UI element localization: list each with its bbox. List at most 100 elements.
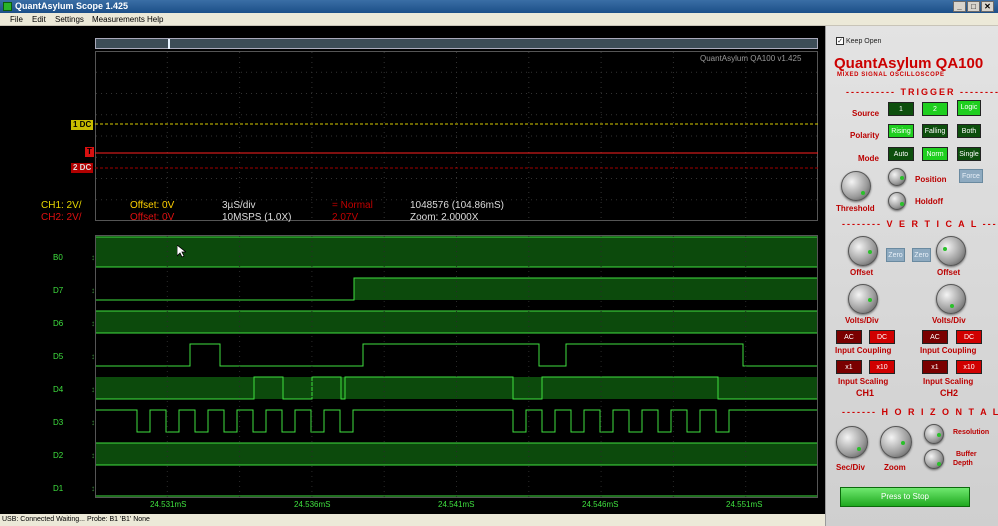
samplerate-readout: 10MSPS (1.0X) xyxy=(222,212,292,223)
ch2-voltsdiv-knob[interactable] xyxy=(936,284,966,314)
ch1-x1-button[interactable]: x1 xyxy=(836,360,862,374)
ch1-x10-button[interactable]: x10 xyxy=(869,360,895,374)
ch2-x1-button[interactable]: x1 xyxy=(922,360,948,374)
ch1-zero-button[interactable]: Zero xyxy=(886,248,905,262)
digital-label-text: D4 xyxy=(53,385,64,394)
zoom-knob[interactable] xyxy=(880,426,912,458)
mode-auto-button[interactable]: Auto xyxy=(888,147,914,161)
buffer-depth-label-2: Depth xyxy=(953,460,973,467)
polarity-both-button[interactable]: Both xyxy=(957,124,981,138)
time-label-5: 24.551mS xyxy=(726,500,763,509)
mode-label: Mode xyxy=(858,154,879,163)
time-label-1: 24.531mS xyxy=(150,500,187,509)
ch1-coupling-marker[interactable]: 1 DC xyxy=(71,120,94,130)
digital-label-text: D6 xyxy=(53,319,64,328)
minimize-button[interactable]: _ xyxy=(953,1,966,12)
digital-label-d6: D6 ↕ xyxy=(53,319,95,328)
mouse-cursor-icon xyxy=(177,245,186,258)
digital-label-text: D1 xyxy=(53,484,64,493)
menu-bar: File Edit Settings Measurements Help xyxy=(0,13,998,26)
source-2-button[interactable]: 2 xyxy=(922,102,948,116)
menu-help[interactable]: Help xyxy=(147,15,163,24)
digital-label-d4: D4 ↕ xyxy=(53,385,95,394)
keep-open-checkbox[interactable]: ✓ Keep Open xyxy=(836,37,881,45)
ch1-coupling-label: Input Coupling xyxy=(835,346,892,355)
buffer-depth-knob[interactable] xyxy=(924,449,944,469)
menu-edit[interactable]: Edit xyxy=(32,15,46,24)
ch1-ac-button[interactable]: AC xyxy=(836,330,862,344)
buffer-position-marker[interactable] xyxy=(167,39,170,49)
digital-label-d7: D7 ↕ xyxy=(53,286,95,295)
mode-norm-button[interactable]: Norm xyxy=(922,147,948,161)
digital-label-d5: D5 ↕ xyxy=(53,352,95,361)
secdiv-knob[interactable] xyxy=(836,426,868,458)
ch2-scale-readout: CH2: 2V/ xyxy=(41,212,82,223)
menu-settings[interactable]: Settings xyxy=(55,15,84,24)
knob-indicator xyxy=(868,298,872,302)
ch2-scaling-label: Input Scaling xyxy=(923,377,974,386)
menu-measurements[interactable]: Measurements xyxy=(92,15,145,24)
threshold-knob[interactable] xyxy=(841,171,871,201)
polarity-rising-button[interactable]: Rising xyxy=(888,124,914,138)
ch1-dc-button[interactable]: DC xyxy=(869,330,895,344)
source-1-button[interactable]: 1 xyxy=(888,102,914,116)
digital-label-d1: D1 ↕ xyxy=(53,484,95,493)
measurement-readouts: CH1: 2V/ CH2: 2V/ Offset: 0V Offset: 0V … xyxy=(0,199,825,225)
ch1-scale-readout: CH1: 2V/ xyxy=(41,200,82,211)
ch2-zero-button[interactable]: Zero xyxy=(912,248,931,262)
ch2-offset-readout: Offset: 0V xyxy=(130,212,175,223)
horizontal-section-title: ------- H O R I Z O N T A L ------- xyxy=(842,407,998,417)
checkmark-icon[interactable]: ✓ xyxy=(836,37,844,45)
digital-label-text: D3 xyxy=(53,418,64,427)
knob-indicator xyxy=(857,447,861,451)
knob-indicator xyxy=(900,176,904,180)
position-label: Position xyxy=(915,175,947,184)
trigger-level-marker[interactable]: T xyxy=(85,147,94,157)
polarity-label: Polarity xyxy=(850,131,880,140)
ch1-voltsdiv-knob[interactable] xyxy=(848,284,878,314)
mode-single-button[interactable]: Single xyxy=(957,147,981,161)
polarity-falling-button[interactable]: Falling xyxy=(922,124,948,138)
menu-file[interactable]: File xyxy=(10,15,23,24)
maximize-button[interactable]: □ xyxy=(967,1,980,12)
trigger-mode-readout: = Normal xyxy=(332,200,373,211)
title-bar: QuantAsylum Scope 1.425 _ □ ✕ xyxy=(0,0,998,13)
trigger-section-title: ---------- TRIGGER ---------- xyxy=(846,87,998,97)
window-title: QuantAsylum Scope 1.425 xyxy=(15,1,129,11)
ch2-label: CH2 xyxy=(940,388,959,398)
digital-label-d3: D3 ↕ xyxy=(53,418,95,427)
knob-indicator xyxy=(937,433,941,437)
ch2-coupling-label: Input Coupling xyxy=(920,346,977,355)
trigger-level-readout: 2.07V xyxy=(332,212,359,223)
logic-analyzer-display[interactable] xyxy=(95,235,818,498)
position-knob[interactable] xyxy=(888,168,906,186)
ch1-offset-knob[interactable] xyxy=(848,236,878,266)
ch2-dc-button[interactable]: DC xyxy=(956,330,982,344)
ch2-ac-button[interactable]: AC xyxy=(922,330,948,344)
d4-band xyxy=(96,377,817,399)
knob-indicator xyxy=(901,441,905,445)
analog-graticule[interactable] xyxy=(95,51,818,221)
knob-indicator xyxy=(950,304,954,308)
force-button[interactable]: Force xyxy=(959,169,983,183)
source-logic-button[interactable]: Logic xyxy=(957,100,981,116)
holdoff-label: Holdoff xyxy=(915,197,943,206)
ch2-coupling-marker[interactable]: 2 DC xyxy=(71,163,94,173)
ch1-scaling-label: Input Scaling xyxy=(838,377,889,386)
ch2-x10-button[interactable]: x10 xyxy=(956,360,982,374)
close-button[interactable]: ✕ xyxy=(981,1,994,12)
buffer-scrollbar[interactable] xyxy=(95,38,818,49)
holdoff-knob[interactable] xyxy=(888,192,906,210)
digital-label-b0: B0 ↕ xyxy=(53,253,95,262)
status-bar: USB: Connected Waiting... Probe: B1 'B1'… xyxy=(0,514,825,526)
ch2-offset-knob[interactable] xyxy=(936,236,966,266)
digital-label-text: D5 xyxy=(53,352,64,361)
ch2-voltsdiv-label: Volts/Div xyxy=(932,316,966,325)
knob-indicator xyxy=(900,202,904,206)
time-label-4: 24.546mS xyxy=(582,500,619,509)
zoom-readout: Zoom: 2.0000X xyxy=(410,212,479,223)
resolution-knob[interactable] xyxy=(924,424,944,444)
scope-version-label: QuantAsylum QA100 v1.425 xyxy=(700,54,802,63)
knob-indicator xyxy=(861,191,865,195)
run-stop-button[interactable]: Press to Stop xyxy=(840,487,970,507)
